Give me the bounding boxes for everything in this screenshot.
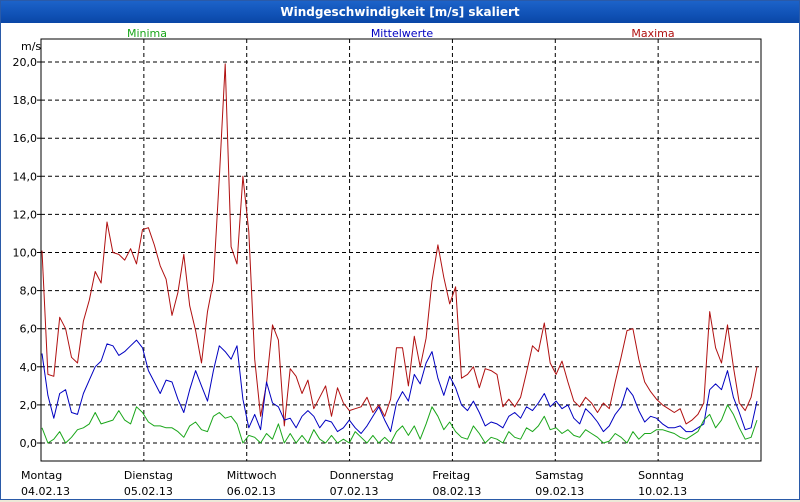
y-tick-label: 2,0 [20,399,38,412]
x-tick-date: 07.02.13 [330,485,379,498]
x-tick-day: Sonntag [638,469,684,482]
x-tick-date: 10.02.13 [638,485,687,498]
x-tick-date: 06.02.13 [227,485,276,498]
y-tick-label: 4,0 [20,361,38,374]
legend-mittelwerte: Mittelwerte [371,27,434,40]
x-tick-date: 05.02.13 [124,485,173,498]
y-tick-label: 14,0 [13,170,38,183]
x-tick-day: Montag [21,469,62,482]
chart-window: Windgeschwindigkeit [m/s] skaliert Minim… [0,0,800,500]
y-tick-label: 18,0 [13,94,38,107]
x-tick-day: Donnerstag [330,469,394,482]
series-lines [41,63,758,444]
y-tick-label: 0,0 [20,437,38,450]
x-tick-date: 04.02.13 [21,485,70,498]
window-title: Windgeschwindigkeit [m/s] skaliert [1,1,799,23]
y-tick-label: 6,0 [20,323,38,336]
x-tick-day: Freitag [432,469,470,482]
x-tick-day: Samstag [535,469,583,482]
y-tick-label: 10,0 [13,247,38,260]
x-tick-day: Mittwoch [227,469,277,482]
x-tick-day: Dienstag [124,469,173,482]
x-tick-date: 09.02.13 [535,485,584,498]
grid [41,39,761,461]
y-tick-label: 16,0 [13,132,38,145]
plot-frame [40,38,762,462]
legend-maxima: Maxima [631,27,674,40]
y-tick-label: 20,0 [13,56,38,69]
y-tick-label: 8,0 [20,285,38,298]
series-line-minima [41,404,758,444]
y-tick-labels: 0,0 2,0 4,0 6,0 8,0 10,0 12,0 14,0 16,0 18,0 20,0 [13,56,41,450]
wind-speed-chart: Minima Mittelwerte Maxima m/s 0,0 2,0 4,0 6… [13,27,762,498]
y-axis-unit: m/s [21,40,41,53]
x-tick-labels: Montag 04.02.13 Dienstag 05.02.13 Mittwoch 06… [21,469,687,498]
chart-area: Minima Mittelwerte Maxima m/s 0,0 2,0 4,0 6… [1,23,799,499]
x-tick-date: 08.02.13 [432,485,481,498]
legend-minima: Minima [127,27,167,40]
y-tick-label: 12,0 [13,208,38,221]
series-line-mittelwerte [41,339,758,434]
